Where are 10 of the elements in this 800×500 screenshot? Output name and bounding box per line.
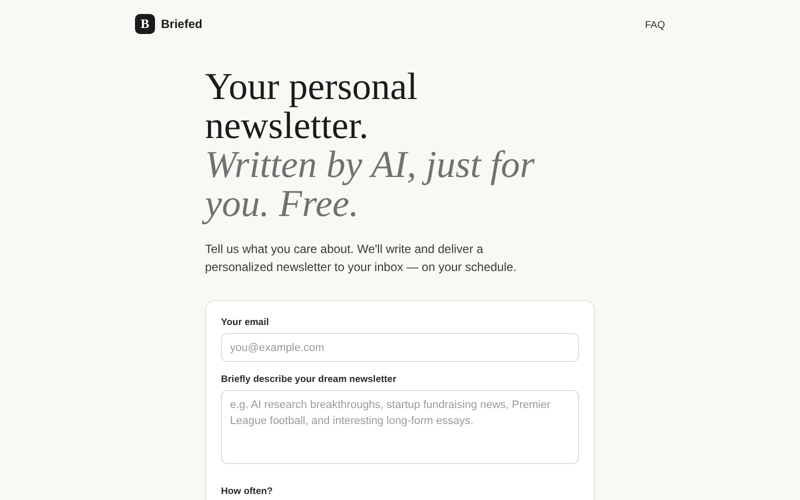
field-label: How often? xyxy=(221,486,274,497)
logo-icon: B xyxy=(135,14,155,34)
description-field[interactable]: e.g. AI research breakthroughs, startup fundraising news, Premier League football, and interesting long-form essays. xyxy=(221,390,579,464)
description: Tell us what you care about. We'll write and deliver a personalized newsletter to your inbox — on your schedule. xyxy=(205,241,518,276)
email-field[interactable]: you@example.com xyxy=(221,333,579,362)
headline: Your personal newsletter. xyxy=(205,68,419,146)
field-label: Briefly describe your dream newsletter xyxy=(221,374,398,385)
brand-name: Briefed xyxy=(161,17,202,31)
faq-link[interactable]: FAQ xyxy=(644,20,665,31)
field-label: Your email xyxy=(221,317,270,328)
